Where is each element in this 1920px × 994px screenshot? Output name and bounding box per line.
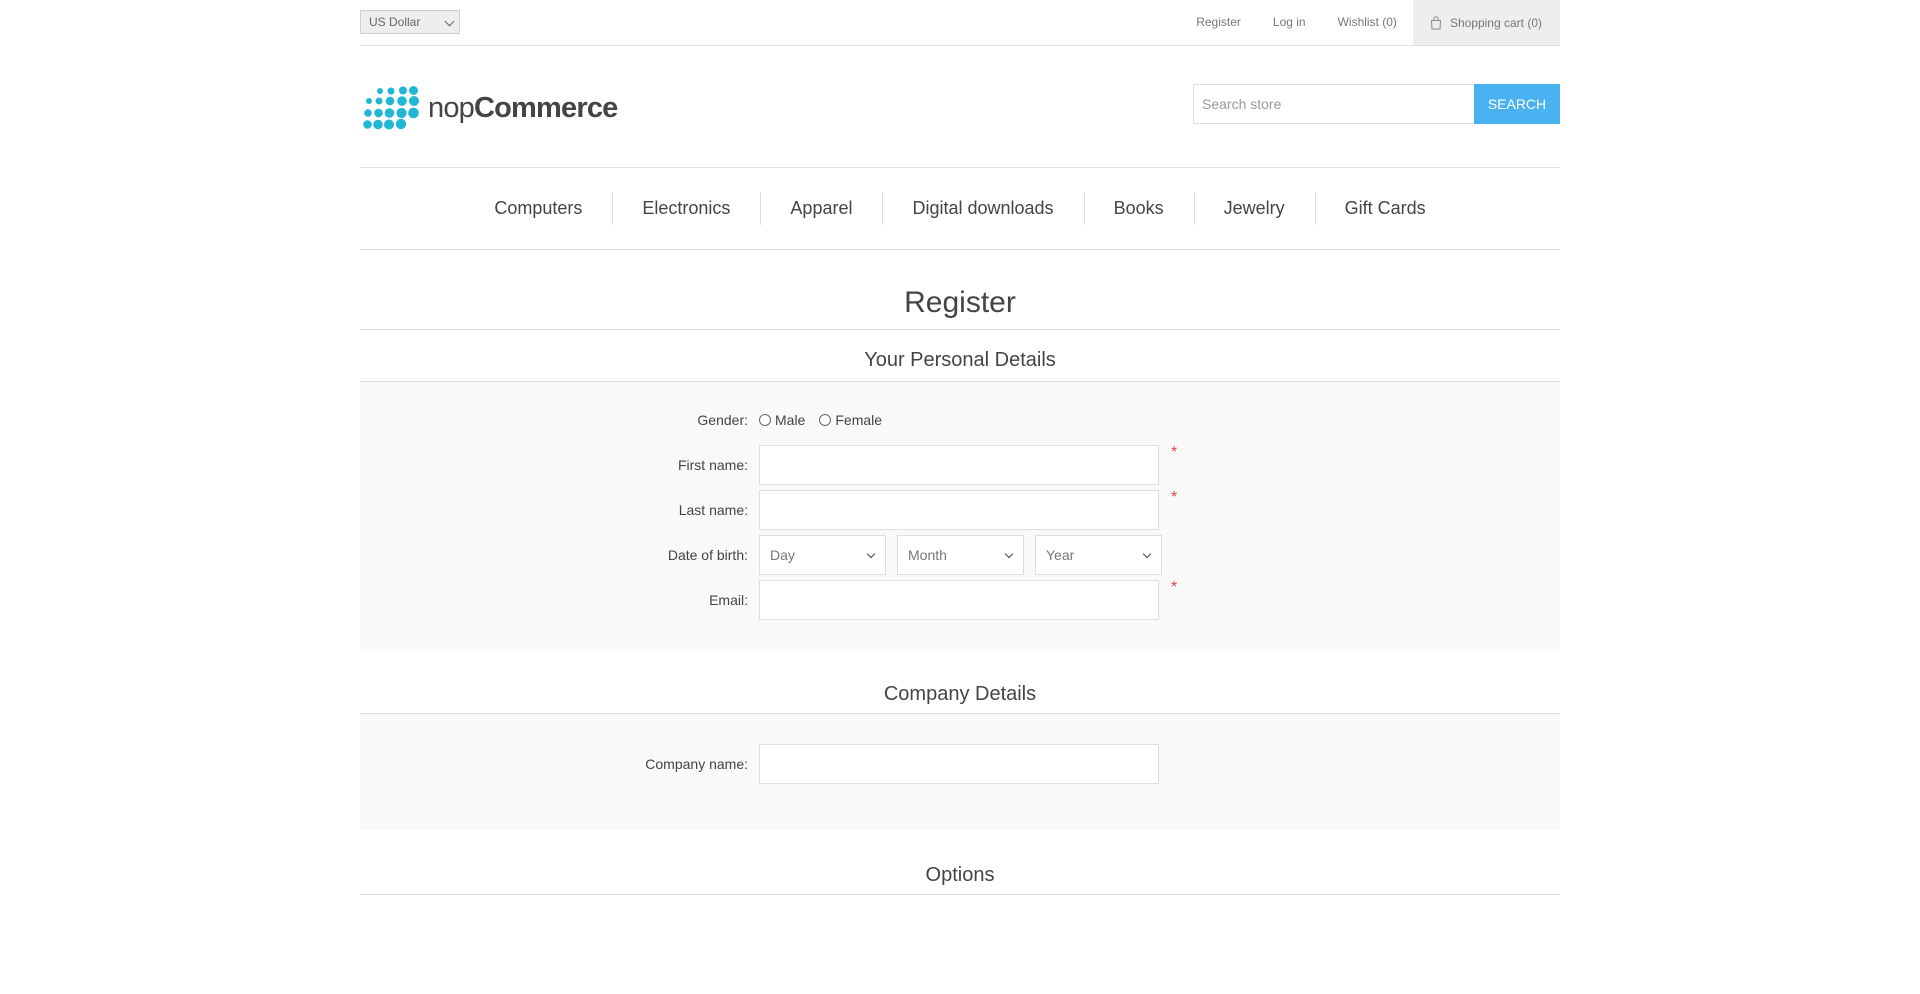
menu-item-gift-cards[interactable]: Gift Cards bbox=[1314, 192, 1456, 225]
page-title-bar: Register bbox=[360, 250, 1560, 330]
first-name-input[interactable] bbox=[759, 445, 1159, 485]
store-logo[interactable]: nopCommerce bbox=[362, 86, 618, 130]
header-links-bar: US Dollar Register Log in Wishlist (0) S… bbox=[360, 0, 1560, 46]
required-mark: * bbox=[1171, 579, 1178, 596]
chevron-down-icon bbox=[1142, 549, 1152, 559]
search-button[interactable]: Search bbox=[1474, 84, 1560, 124]
personal-details-title: Your Personal Details bbox=[360, 330, 1560, 382]
menu-item-apparel[interactable]: Apparel bbox=[760, 192, 882, 225]
options-fieldset: Options bbox=[360, 830, 1560, 895]
menu-item-books[interactable]: Books bbox=[1083, 192, 1194, 225]
dob-day-select[interactable]: Day bbox=[759, 535, 886, 575]
shopping-bag-icon bbox=[1430, 15, 1441, 29]
dob-year-select[interactable]: Year bbox=[1035, 535, 1162, 575]
shopping-cart-label: Shopping cart (0) bbox=[1449, 15, 1542, 30]
chevron-down-icon bbox=[444, 16, 455, 27]
page-title: Register bbox=[904, 286, 1016, 319]
required-mark: * bbox=[1171, 489, 1178, 506]
company-name-row: Company name: bbox=[360, 744, 1560, 784]
first-name-label: First name: bbox=[677, 457, 748, 473]
last-name-row: Last name: * bbox=[360, 489, 1560, 530]
logo-text-bold: Commerce bbox=[474, 91, 618, 124]
date-of-birth-row: Date of birth: Day Month Year bbox=[360, 535, 1560, 575]
currency-value: US Dollar bbox=[369, 15, 421, 29]
gender-male-label[interactable]: Male bbox=[775, 412, 805, 428]
gender-female-label[interactable]: Female bbox=[835, 412, 882, 428]
email-input[interactable] bbox=[759, 580, 1159, 620]
login-link[interactable]: Log in bbox=[1257, 0, 1322, 45]
gender-label: Gender: bbox=[697, 412, 748, 428]
company-details-fieldset: Company Details Company name: bbox=[360, 649, 1560, 830]
date-of-birth-label: Date of birth: bbox=[667, 547, 748, 563]
register-link[interactable]: Register bbox=[1180, 0, 1257, 45]
dob-month-value: Month bbox=[908, 547, 947, 563]
gender-male-radio[interactable] bbox=[759, 414, 771, 426]
search-input[interactable] bbox=[1193, 84, 1474, 124]
company-name-label: Company name: bbox=[645, 756, 748, 772]
menu-item-digital-downloads[interactable]: Digital downloads bbox=[882, 192, 1083, 225]
options-title: Options bbox=[360, 830, 1560, 895]
chevron-down-icon bbox=[866, 549, 876, 559]
dob-year-value: Year bbox=[1046, 547, 1075, 563]
email-label: Email: bbox=[709, 592, 748, 608]
header-links: Register Log in Wishlist (0) Shopping ca… bbox=[1180, 0, 1560, 45]
personal-details-form: Gender: Male Female First name: * Last n… bbox=[360, 382, 1560, 649]
logo-text-light: nop bbox=[428, 91, 475, 124]
search-box: Search bbox=[1193, 84, 1560, 124]
page: US Dollar Register Log in Wishlist (0) S… bbox=[360, 0, 1560, 895]
menu-item-electronics[interactable]: Electronics bbox=[612, 192, 760, 225]
company-name-input[interactable] bbox=[759, 744, 1159, 784]
gender-female-radio[interactable] bbox=[819, 414, 832, 426]
shopping-cart-link[interactable]: Shopping cart (0) bbox=[1412, 0, 1560, 45]
company-details-form: Company name: bbox=[360, 714, 1560, 830]
currency-selector[interactable]: US Dollar bbox=[360, 10, 460, 34]
chevron-down-icon bbox=[1004, 549, 1014, 559]
required-mark: * bbox=[1171, 444, 1178, 461]
dob-day-value: Day bbox=[770, 547, 795, 563]
menu-item-computers[interactable]: Computers bbox=[464, 192, 612, 225]
personal-details-fieldset: Your Personal Details Gender: Male Femal… bbox=[360, 330, 1560, 649]
company-details-title: Company Details bbox=[360, 649, 1560, 714]
last-name-label: Last name: bbox=[678, 502, 748, 518]
menu-item-jewelry[interactable]: Jewelry bbox=[1193, 192, 1315, 225]
logo-text: nopCommerce bbox=[428, 91, 618, 124]
top-menu: Computers Electronics Apparel Digital do… bbox=[360, 168, 1560, 250]
email-row: Email: * bbox=[360, 579, 1560, 620]
last-name-input[interactable] bbox=[759, 490, 1159, 530]
logo-mark-icon bbox=[363, 86, 419, 130]
first-name-row: First name: * bbox=[360, 444, 1560, 485]
wishlist-link[interactable]: Wishlist (0) bbox=[1322, 0, 1413, 45]
dob-month-select[interactable]: Month bbox=[897, 535, 1024, 575]
header-main: nopCommerce Search bbox=[360, 46, 1560, 168]
